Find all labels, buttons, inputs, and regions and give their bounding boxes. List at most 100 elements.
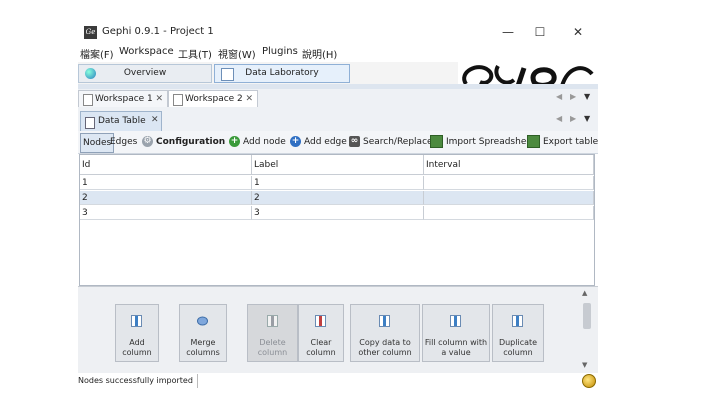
close-button[interactable]: ✕ xyxy=(564,22,592,42)
spreadsheet-icon xyxy=(430,135,443,148)
duplicate-column-icon xyxy=(512,315,523,327)
menu-tools[interactable]: 工具(T) xyxy=(178,46,212,61)
status-message: Nodes successfully imported xyxy=(78,374,198,388)
fill-column-icon xyxy=(450,315,461,327)
delete-column-icon xyxy=(266,315,278,327)
column-header-id[interactable]: Id xyxy=(80,155,252,175)
search-replace-button[interactable]: ∞ Search/Replace xyxy=(349,133,433,151)
table-cell[interactable]: 1 xyxy=(80,176,252,190)
notification-icon[interactable] xyxy=(582,374,596,388)
menu-help[interactable]: 說明(H) xyxy=(302,46,337,61)
menu-bar: 檔案(F) Workspace 工具(T) 視窗(W) Plugins 說明(H… xyxy=(78,46,598,62)
binoculars-icon: ∞ xyxy=(349,136,360,147)
delete-column-button[interactable]: Delete column xyxy=(247,304,298,362)
add-node-label: Add node xyxy=(243,137,286,147)
merge-columns-label: Merge columns xyxy=(186,338,220,357)
tab-data-table-label: Data Table xyxy=(98,116,146,126)
import-spreadsheet-label: Import Spreadsheet xyxy=(446,137,536,147)
export-table-button[interactable]: Export table xyxy=(527,133,598,151)
scroll-up-icon[interactable]: ▲ xyxy=(582,289,587,297)
tab-data-table[interactable]: Data Table ✕ xyxy=(80,111,162,132)
menu-workspace[interactable]: Workspace xyxy=(119,46,174,57)
delete-column-label: Delete column xyxy=(257,338,288,357)
table-cell[interactable] xyxy=(424,176,594,190)
add-column-button[interactable]: Add column xyxy=(115,304,159,362)
import-spreadsheet-button[interactable]: Import Spreadsheet xyxy=(430,133,535,151)
data-table: Id Label Interval 1 1 2 2 3 3 xyxy=(79,154,595,286)
plus-circle-icon: + xyxy=(290,136,301,147)
tab-workspace-1-label: Workspace 1 xyxy=(95,94,153,104)
tab-list-icon[interactable]: ▼ xyxy=(584,92,590,101)
add-node-button[interactable]: + Add node xyxy=(229,133,286,151)
tab-workspace-2[interactable]: Workspace 2 ✕ xyxy=(168,90,258,107)
minimize-button[interactable]: — xyxy=(494,22,522,42)
column-header-interval[interactable]: Interval xyxy=(424,155,594,175)
tab-data-laboratory[interactable]: Data Laboratory xyxy=(214,64,350,83)
close-workspace-1-icon[interactable]: ✕ xyxy=(155,91,163,107)
status-bar: Nodes successfully imported xyxy=(78,373,598,389)
scroll-right-icon[interactable]: ▶ xyxy=(570,114,576,123)
tab-overview[interactable]: Overview xyxy=(78,64,212,83)
tab-workspace-2-label: Workspace 2 xyxy=(185,94,243,104)
menu-file[interactable]: 檔案(F) xyxy=(80,46,114,61)
clear-column-label: Clear column xyxy=(306,338,336,357)
copy-data-label: Copy data to other column xyxy=(358,338,412,357)
tab-overview-label: Overview xyxy=(123,68,167,78)
tab-list-icon[interactable]: ▼ xyxy=(584,114,590,123)
add-edge-button[interactable]: + Add edge xyxy=(290,133,347,151)
scroll-left-icon[interactable]: ◀ xyxy=(556,92,562,101)
menu-window[interactable]: 視窗(W) xyxy=(218,46,256,61)
add-edge-label: Add edge xyxy=(304,137,347,147)
actions-scrollbar[interactable]: ▲ ▼ xyxy=(580,289,594,369)
duplicate-column-button[interactable]: Duplicate column xyxy=(492,304,544,362)
copy-data-icon xyxy=(379,315,390,327)
table-cell[interactable]: 1 xyxy=(252,176,424,190)
document-icon xyxy=(85,117,95,129)
table-cell[interactable] xyxy=(424,191,594,205)
data-table-tabbar: Data Table ✕ ◀ ▶ ▼ xyxy=(78,107,598,132)
maximize-button[interactable]: ☐ xyxy=(526,22,554,42)
window-title: Gephi 0.9.1 - Project 1 xyxy=(102,26,214,37)
configuration-button[interactable]: ⚙ Configuration xyxy=(142,133,225,151)
scroll-right-icon[interactable]: ▶ xyxy=(570,92,576,101)
fill-column-label: Fill column with a value xyxy=(424,338,488,357)
scrollbar-thumb[interactable] xyxy=(583,303,591,329)
duplicate-column-label: Duplicate column xyxy=(498,338,538,357)
clear-column-button[interactable]: Clear column xyxy=(298,304,344,362)
table-cell[interactable]: 2 xyxy=(252,191,424,205)
table-cell[interactable]: 2 xyxy=(80,191,252,205)
table-cell[interactable] xyxy=(424,206,594,220)
copy-data-button[interactable]: Copy data to other column xyxy=(350,304,420,362)
column-actions-panel: Add column Merge columns Delete column C… xyxy=(78,286,598,373)
merge-columns-button[interactable]: Merge columns xyxy=(179,304,227,362)
table-cell[interactable]: 3 xyxy=(80,206,252,220)
add-column-label: Add column xyxy=(122,338,152,357)
gear-icon: ⚙ xyxy=(142,136,153,147)
document-icon xyxy=(173,94,183,106)
table-row[interactable]: 2 2 xyxy=(80,191,594,205)
fill-column-button[interactable]: Fill column with a value xyxy=(422,304,490,362)
data-table-toolbar: Nodes Edges ⚙ Configuration + Add node + Ad… xyxy=(78,131,598,154)
plus-circle-icon: + xyxy=(229,136,240,147)
column-header-label[interactable]: Label xyxy=(252,155,424,175)
app-logo: Ge xyxy=(84,26,97,39)
close-workspace-2-icon[interactable]: ✕ xyxy=(245,91,253,107)
edges-toggle[interactable]: Edges xyxy=(110,133,137,151)
search-replace-label: Search/Replace xyxy=(363,137,433,147)
configuration-label: Configuration xyxy=(156,137,226,147)
clear-column-icon xyxy=(315,315,326,327)
table-cell[interactable]: 3 xyxy=(252,206,424,220)
scroll-down-icon[interactable]: ▼ xyxy=(582,361,587,369)
menu-plugins[interactable]: Plugins xyxy=(262,46,298,57)
scroll-left-icon[interactable]: ◀ xyxy=(556,114,562,123)
tab-data-laboratory-label: Data Laboratory xyxy=(245,68,319,78)
workspace-tabs: Workspace 1 ✕ Workspace 2 ✕ ◀ ▶ ▼ xyxy=(78,89,598,108)
spreadsheet-icon xyxy=(527,135,540,148)
tab-workspace-1[interactable]: Workspace 1 ✕ xyxy=(78,90,168,107)
table-row[interactable]: 1 1 xyxy=(80,176,594,190)
document-icon xyxy=(83,94,93,106)
table-row[interactable]: 3 3 xyxy=(80,206,594,220)
close-data-table-icon[interactable]: ✕ xyxy=(151,115,159,125)
merge-columns-icon xyxy=(197,316,208,326)
add-column-icon xyxy=(131,315,142,327)
